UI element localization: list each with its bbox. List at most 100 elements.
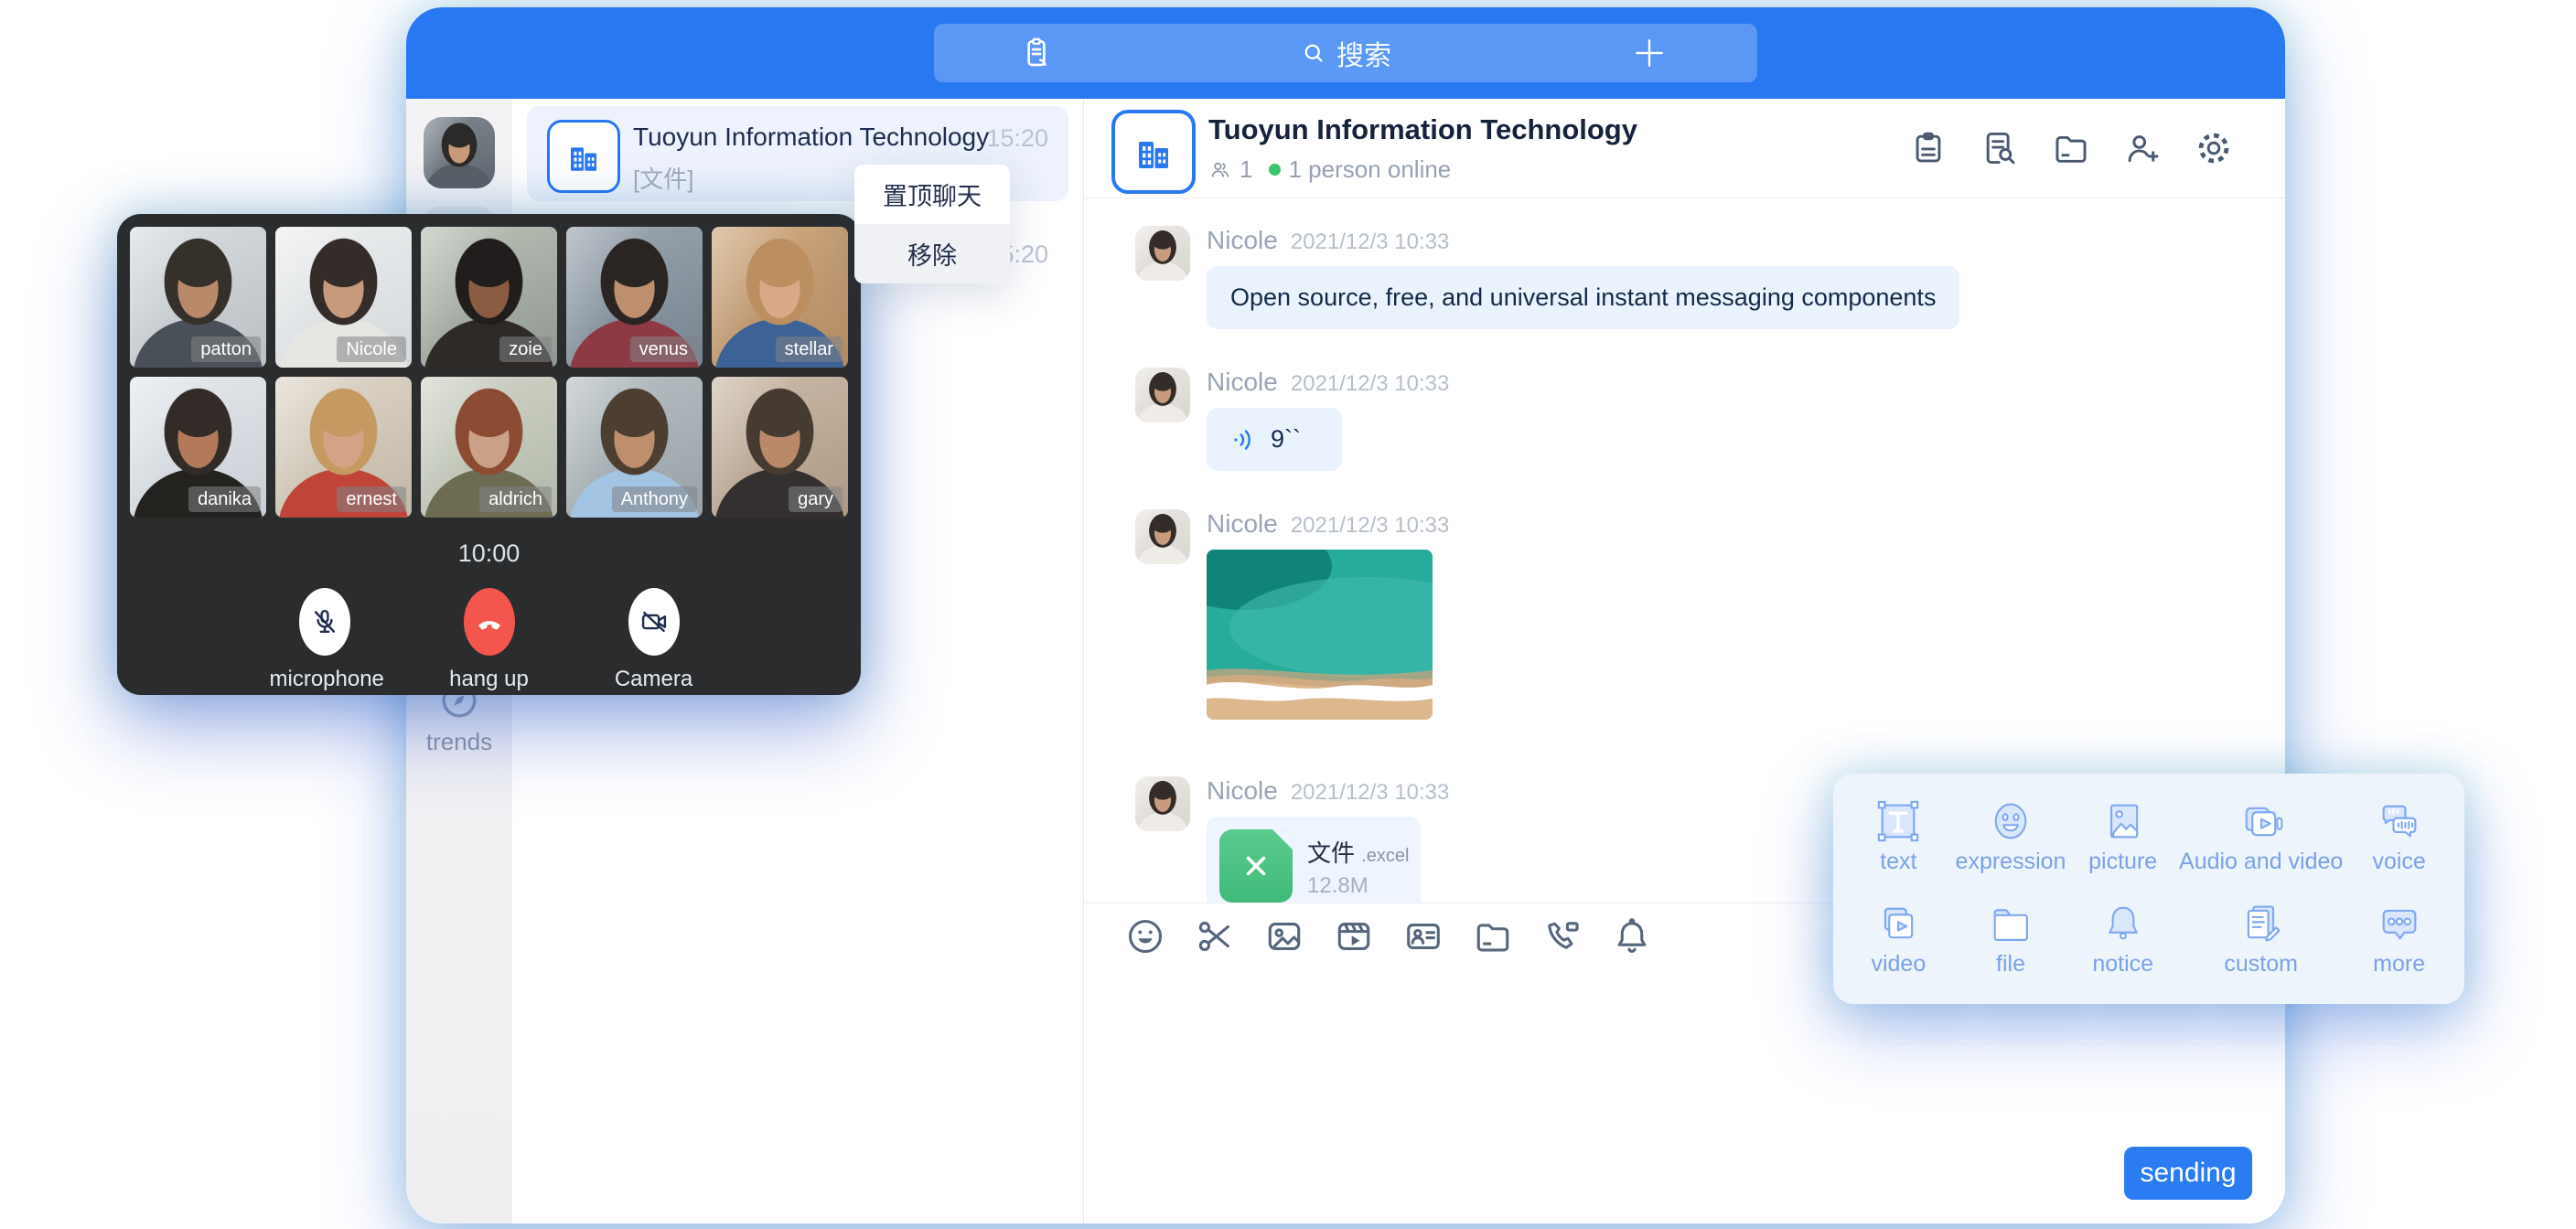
p-more-icon — [2376, 900, 2423, 947]
p-text-icon — [1874, 797, 1922, 845]
popup-item-text[interactable]: text — [1842, 797, 1955, 887]
p-smile-icon — [1987, 797, 2034, 845]
participant-name: danika — [188, 486, 261, 512]
avatar[interactable] — [1135, 509, 1190, 564]
phone-video-icon[interactable] — [1541, 915, 1583, 957]
p-video-icon — [1874, 900, 1922, 947]
popup-item-picture[interactable]: picture — [2066, 797, 2179, 887]
emoji-icon[interactable] — [1124, 915, 1166, 957]
video-tile: danika — [130, 377, 266, 518]
popup-item-notice[interactable]: notice — [2066, 900, 2179, 989]
popup-item-more[interactable]: more — [2343, 900, 2455, 989]
hang-up-button[interactable] — [464, 588, 515, 656]
menu-item-remove[interactable]: 移除 — [854, 224, 1010, 283]
avatar[interactable] — [1135, 776, 1190, 831]
folder-icon[interactable] — [2051, 128, 2091, 168]
x-glyph-icon — [1240, 850, 1272, 882]
user-avatar-photo — [424, 117, 495, 188]
participant-name: zoie — [499, 337, 552, 362]
call-control-label: hang up — [435, 667, 544, 692]
popup-item-label: file — [1955, 951, 2067, 978]
members-icon — [1208, 158, 1232, 182]
app-header: 搜索 — [406, 7, 2285, 99]
call-control-label: microphone — [270, 667, 380, 692]
file-size: 12.8M — [1307, 873, 1368, 899]
message-input[interactable]: sending — [1084, 969, 2285, 1224]
message-text: Nicole 2021/12/3 10:33 Open source, free… — [1135, 226, 2285, 329]
sender-name: Nicole — [1207, 776, 1278, 806]
participant-name: patton — [191, 337, 261, 362]
p-folder-icon — [1987, 900, 2034, 947]
chat-header: Tuoyun Information Technology 1 1 person… — [1084, 99, 2285, 198]
gear-icon[interactable] — [2194, 128, 2234, 168]
excel-file-icon — [1219, 829, 1293, 903]
popup-item-expression[interactable]: expression — [1955, 797, 2067, 887]
p-voice-icon — [2376, 797, 2423, 845]
popup-item-label: Audio and video — [2179, 849, 2343, 875]
chat-header-actions — [1908, 128, 2234, 168]
search-placeholder: 搜索 — [1336, 33, 1391, 73]
menu-item-pin-chat[interactable]: 置顶聊天 — [854, 165, 1010, 224]
chat-title: Tuoyun Information Technology — [1208, 113, 1637, 146]
sender-name: Nicole — [1207, 368, 1278, 397]
video-tile: gary — [712, 377, 848, 518]
participant-name: ernest — [337, 486, 406, 512]
popup-item-label: expression — [1955, 849, 2067, 875]
message-timestamp: 2021/12/3 10:33 — [1291, 513, 1450, 539]
popup-item-file[interactable]: file — [1955, 900, 2067, 989]
popup-grid: textexpressionpictureAudio and videovoic… — [1833, 774, 2464, 989]
message-bubble[interactable]: Open source, free, and universal instant… — [1207, 266, 1959, 329]
id-card-icon[interactable] — [1402, 915, 1444, 957]
user-add-icon[interactable] — [2122, 128, 2163, 168]
Camera-button[interactable] — [628, 588, 680, 656]
voice-message-bubble[interactable]: 9`` — [1207, 408, 1342, 471]
avatar[interactable] — [1135, 368, 1190, 422]
bell-icon[interactable] — [1611, 915, 1653, 957]
popup-item-Audio-and-video[interactable]: Audio and video — [2179, 797, 2343, 887]
message-timestamp: 2021/12/3 10:33 — [1291, 230, 1450, 255]
participant-name: Anthony — [612, 486, 697, 512]
add-button[interactable] — [1629, 33, 1669, 73]
popup-item-label: voice — [2343, 849, 2455, 875]
popup-item-video[interactable]: video — [1842, 900, 1955, 989]
popup-item-label: picture — [2066, 849, 2179, 875]
group-avatar — [547, 120, 620, 193]
search-bar[interactable]: 搜索 — [934, 24, 1757, 82]
file-message-card[interactable]: 文件 .excel 12.8M — [1207, 817, 1421, 903]
p-bell-icon — [2099, 900, 2147, 947]
conversation-preview: [文件] — [633, 161, 693, 195]
p-picture-icon — [2099, 797, 2147, 845]
trends-label: trends — [406, 728, 512, 756]
message-timestamp: 2021/12/3 10:33 — [1291, 371, 1450, 397]
beach-photo[interactable] — [1207, 550, 1433, 720]
participant-name: Nicole — [337, 337, 406, 362]
call-timer: 10:00 — [117, 540, 861, 568]
sender-name: Nicole — [1207, 509, 1278, 539]
file-name: 文件 .excel — [1307, 835, 1410, 869]
popup-item-label: text — [1842, 849, 1955, 875]
avatar[interactable] — [1135, 226, 1190, 281]
folder-icon[interactable] — [1472, 915, 1514, 957]
p-videocam-icon — [2238, 797, 2285, 845]
scissors-icon[interactable] — [1194, 915, 1236, 957]
online-status: 1 person online — [1288, 155, 1451, 184]
send-button[interactable]: sending — [2124, 1147, 2252, 1200]
chat-panel: Tuoyun Information Technology 1 1 person… — [1084, 99, 2285, 1224]
video-tile-grid: pattonNicolezoievenusstellardanikaernest… — [117, 214, 861, 530]
p-doc-icon — [2238, 900, 2285, 947]
popup-item-voice[interactable]: voice — [2343, 797, 2455, 887]
popup-item-custom[interactable]: custom — [2179, 900, 2343, 989]
video-call-overlay: pattonNicolezoievenusstellardanikaernest… — [117, 214, 861, 695]
video-tile: ernest — [275, 377, 412, 518]
user-avatar[interactable] — [424, 117, 495, 188]
picture-icon[interactable] — [1263, 915, 1305, 957]
board-icon[interactable] — [1908, 128, 1948, 168]
microphone-button[interactable] — [299, 588, 350, 656]
popup-item-label: notice — [2066, 951, 2179, 978]
video-tile: Nicole — [275, 227, 412, 368]
clapper-icon[interactable] — [1333, 915, 1375, 957]
chat-subtitle: 1 1 person online — [1208, 155, 1451, 184]
doc-search-icon[interactable] — [1980, 128, 2020, 168]
participant-name: aldrich — [479, 486, 552, 512]
online-dot — [1269, 164, 1281, 176]
